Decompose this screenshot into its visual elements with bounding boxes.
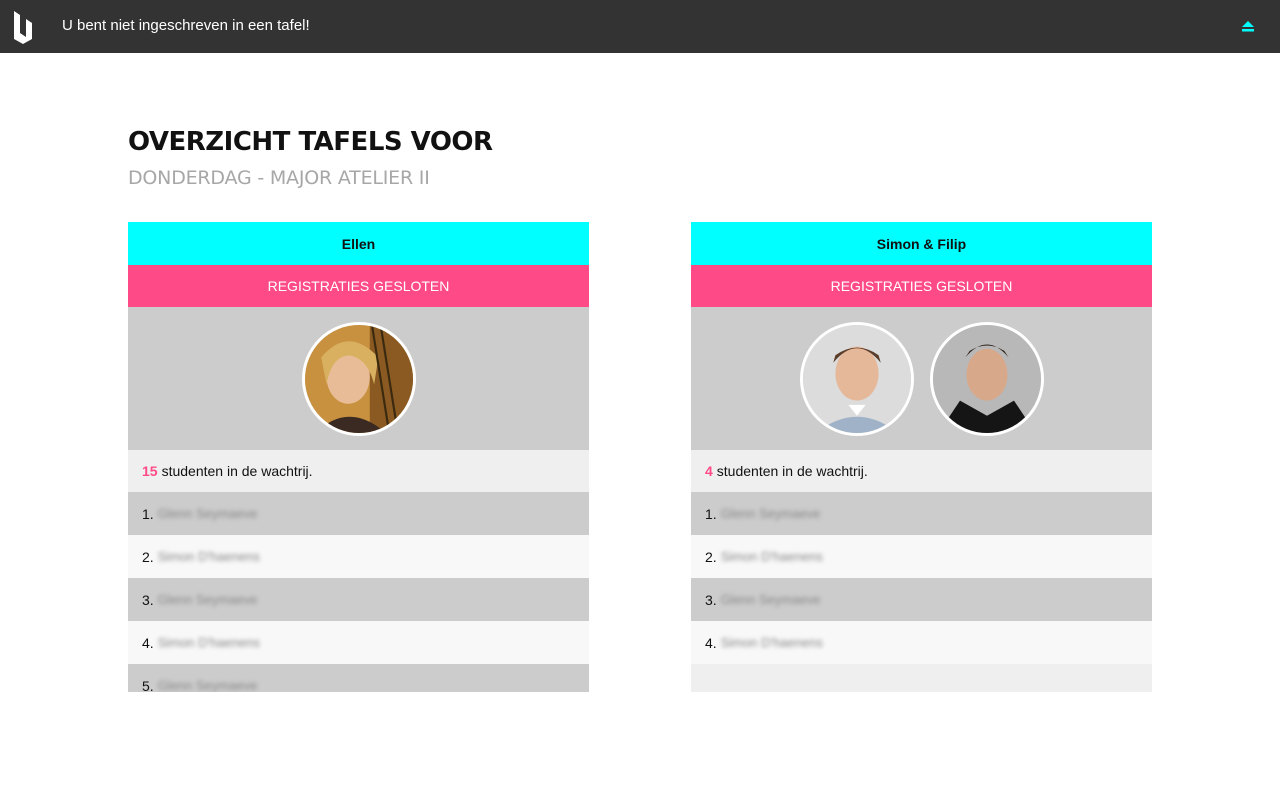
empty-row bbox=[691, 664, 1152, 692]
student-name: Simon D'haenens bbox=[720, 549, 823, 564]
page-subtitle: DONDERDAG - MAJOR ATELIER II bbox=[128, 167, 430, 189]
queue-position: 5. bbox=[142, 677, 154, 693]
student-name: Simon D'haenens bbox=[157, 635, 260, 650]
bottom-area bbox=[0, 692, 1280, 800]
queue-count: 4 studenten in de wachtrij. bbox=[691, 450, 1152, 492]
queue-count: 15 studenten in de wachtrij. bbox=[128, 450, 589, 492]
table-row: 1. Glenn Seymaeve bbox=[128, 492, 589, 535]
queue-position: 4. bbox=[142, 634, 154, 651]
coach-photos bbox=[691, 307, 1152, 450]
student-name: Glenn Seymaeve bbox=[157, 592, 258, 607]
queue-position: 1. bbox=[705, 505, 717, 522]
table-row: 4. Simon D'haenens bbox=[691, 621, 1152, 664]
table-row: 3. Glenn Seymaeve bbox=[128, 578, 589, 621]
table-card-ellen: Ellen REGISTRATIES GESLOTEN 15 studenten… bbox=[128, 222, 589, 692]
table-row: 2. Simon D'haenens bbox=[691, 535, 1152, 578]
student-name: Glenn Seymaeve bbox=[720, 506, 821, 521]
student-name: Simon D'haenens bbox=[720, 635, 823, 650]
student-name: Simon D'haenens bbox=[157, 549, 260, 564]
avatar bbox=[799, 321, 914, 436]
table-row: 2. Simon D'haenens bbox=[128, 535, 589, 578]
queue-position: 1. bbox=[142, 505, 154, 522]
queue-count-number: 4 bbox=[705, 463, 713, 479]
table-row: 3. Glenn Seymaeve bbox=[691, 578, 1152, 621]
page-title: OVERZICHT TAFELS VOOR bbox=[128, 127, 493, 157]
content-viewport: OVERZICHT TAFELS VOOR DONDERDAG - MAJOR … bbox=[0, 53, 1280, 692]
brand-logo-icon[interactable] bbox=[12, 9, 34, 45]
queue-position: 3. bbox=[142, 591, 154, 608]
table-row: 5. Glenn Seymaeve bbox=[128, 664, 589, 692]
queue-position: 2. bbox=[142, 548, 154, 565]
student-name: Glenn Seymaeve bbox=[720, 592, 821, 607]
table-card-title: Simon & Filip bbox=[691, 222, 1152, 265]
coach-photos bbox=[128, 307, 589, 450]
queue-count-label: studenten in de wachtrij. bbox=[716, 463, 868, 479]
queue-count-label: studenten in de wachtrij. bbox=[161, 463, 313, 479]
avatar bbox=[301, 321, 416, 436]
queue-position: 3. bbox=[705, 591, 717, 608]
table-card-simon-filip: Simon & Filip REGISTRATIES GESLOTEN 4 st… bbox=[691, 222, 1152, 692]
queue-position: 2. bbox=[705, 548, 717, 565]
table-card-title: Ellen bbox=[128, 222, 589, 265]
top-bar: U bent niet ingeschreven in een tafel! bbox=[0, 0, 1280, 53]
queue-position: 4. bbox=[705, 634, 717, 651]
table-row: 4. Simon D'haenens bbox=[128, 621, 589, 664]
student-name: Glenn Seymaeve bbox=[157, 506, 258, 521]
registration-status-banner: REGISTRATIES GESLOTEN bbox=[128, 265, 589, 307]
eject-icon[interactable] bbox=[1241, 19, 1255, 33]
student-name: Glenn Seymaeve bbox=[157, 678, 258, 692]
table-row: 1. Glenn Seymaeve bbox=[691, 492, 1152, 535]
queue-count-number: 15 bbox=[142, 463, 158, 479]
avatar bbox=[929, 321, 1044, 436]
registration-status-banner: REGISTRATIES GESLOTEN bbox=[691, 265, 1152, 307]
registration-status-message: U bent niet ingeschreven in een tafel! bbox=[62, 17, 310, 34]
